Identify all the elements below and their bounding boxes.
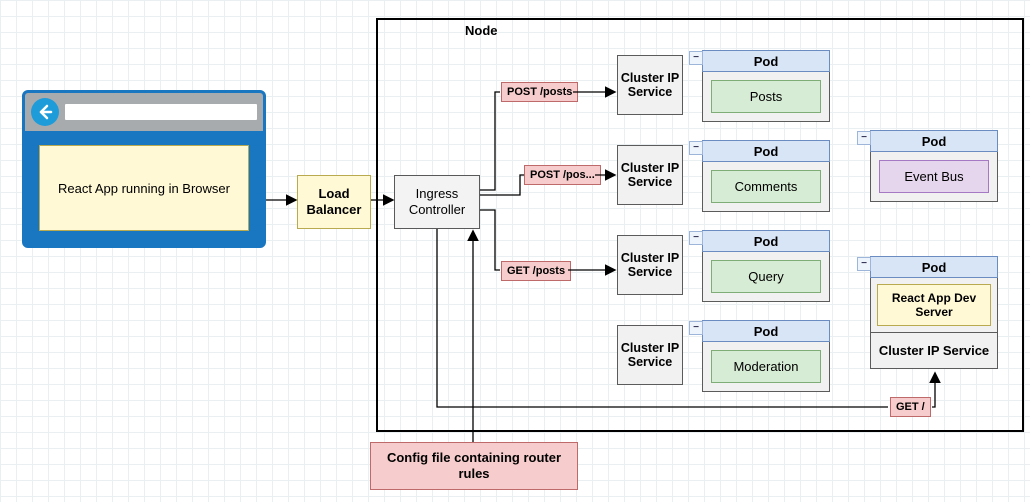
cluster-ip-service-moderation: Cluster IP Service <box>617 325 683 385</box>
pod-comments: − Pod Comments <box>702 140 830 212</box>
pod-query: − Pod Query <box>702 230 830 302</box>
collapse-icon: − <box>689 51 703 65</box>
ingress-controller-label: Ingress Controller <box>401 186 473 219</box>
collapse-icon: − <box>857 131 871 145</box>
browser-toolbar <box>25 93 263 131</box>
ingress-controller-box: Ingress Controller <box>394 175 480 229</box>
route-tag-get-posts: GET /posts <box>501 261 571 281</box>
browser-window: React App running in Browser <box>22 90 266 248</box>
pod-title: − Pod <box>870 130 998 152</box>
service-query: Query <box>711 260 821 293</box>
collapse-icon: − <box>857 257 871 271</box>
service-react-dev: React App Dev Server <box>877 284 991 326</box>
config-file-label: Config file containing router rules <box>377 450 571 483</box>
service-posts: Posts <box>711 80 821 113</box>
route-tag-post-pos-trunc: POST /pos... <box>524 165 601 185</box>
cluster-ip-service-query: Cluster IP Service <box>617 235 683 295</box>
diagram-canvas: Node React App running in Browser Load B… <box>0 0 1030 502</box>
collapse-icon: − <box>689 321 703 335</box>
service-event-bus: Event Bus <box>879 160 989 193</box>
cluster-ip-service-posts: Cluster IP Service <box>617 55 683 115</box>
load-balancer-box: Load Balancer <box>297 175 371 229</box>
collapse-icon: − <box>689 231 703 245</box>
service-moderation: Moderation <box>711 350 821 383</box>
pod-title: − Pod <box>702 140 830 162</box>
pod-event-bus: − Pod Event Bus <box>870 130 998 202</box>
config-file-box: Config file containing router rules <box>370 442 578 490</box>
service-comments: Comments <box>711 170 821 203</box>
load-balancer-label: Load Balancer <box>304 186 364 219</box>
pod-title: − Pod <box>870 256 998 278</box>
pod-title: − Pod <box>702 230 830 252</box>
route-tag-post-posts: POST /posts <box>501 82 578 102</box>
pod-moderation: − Pod Moderation <box>702 320 830 392</box>
collapse-icon: − <box>689 141 703 155</box>
pod-react-dev: − Pod React App Dev Server Cluster IP Se… <box>870 256 998 369</box>
cluster-ip-service-react: Cluster IP Service <box>870 333 998 369</box>
node-label: Node <box>465 23 498 38</box>
pod-title: − Pod <box>702 320 830 342</box>
browser-content-box: React App running in Browser <box>39 145 249 231</box>
cluster-ip-service-comments: Cluster IP Service <box>617 145 683 205</box>
pod-posts: − Pod Posts <box>702 50 830 122</box>
route-tag-get-root: GET / <box>890 397 931 417</box>
browser-body: React App running in Browser <box>25 131 263 245</box>
pod-title: − Pod <box>702 50 830 72</box>
back-icon <box>31 98 59 126</box>
browser-app-label: React App running in Browser <box>58 181 230 196</box>
url-bar <box>65 104 257 120</box>
